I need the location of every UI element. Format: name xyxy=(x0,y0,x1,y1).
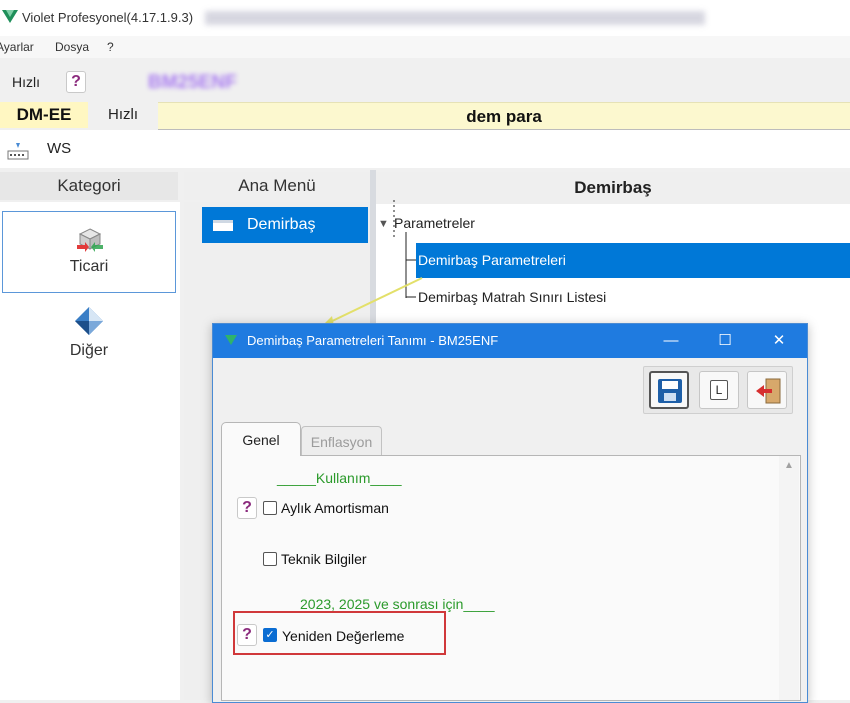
teknik-bilgiler-checkbox[interactable] xyxy=(263,552,277,566)
exit-door-icon xyxy=(756,378,781,404)
help-yeniden-button[interactable]: ? xyxy=(237,624,257,646)
save-icon xyxy=(658,379,682,403)
minimize-button[interactable]: — xyxy=(659,330,683,352)
dialog-logo-icon xyxy=(225,335,237,345)
app-title: Violet Profesyonel(4.17.1.9.3) xyxy=(22,10,194,25)
category-diger[interactable]: Diğer xyxy=(2,298,176,380)
menu-ayarlar[interactable]: Ayarlar xyxy=(0,40,34,54)
menu-dosya[interactable]: Dosya xyxy=(55,40,89,54)
ws-bar xyxy=(0,130,850,168)
tab-panel-genel xyxy=(221,455,801,701)
menu-item-demirbas[interactable]: Demirbaş xyxy=(202,207,368,243)
section-year: 2023, 2025 ve sonrası için____ xyxy=(300,596,495,612)
aylik-amortisman-label: Aylık Amortisman xyxy=(281,500,389,516)
folder-icon xyxy=(213,220,233,231)
workstation-icon xyxy=(7,143,29,160)
hizli-label[interactable]: Hızlı xyxy=(12,74,40,90)
section-title: Demirbaş xyxy=(376,172,850,204)
ana-menu-header: Ana Menü xyxy=(184,172,370,200)
violet-logo-icon xyxy=(2,10,18,23)
yeniden-degerleme-label: Yeniden Değerleme xyxy=(282,628,405,644)
kategori-header: Kategori xyxy=(0,172,178,200)
category-ticari-label: Ticari xyxy=(69,258,109,275)
tree-item-demirbas-parametreleri[interactable]: Demirbaş Parametreleri xyxy=(416,243,850,278)
tab-enflasyon[interactable]: Enflasyon xyxy=(301,426,382,456)
exit-button[interactable] xyxy=(747,371,787,409)
save-button[interactable] xyxy=(649,371,689,409)
ws-label[interactable]: WS xyxy=(47,140,71,157)
list-l-icon: L xyxy=(710,380,728,400)
teknik-bilgiler-label: Teknik Bilgiler xyxy=(281,551,367,567)
list-button[interactable]: L xyxy=(699,371,739,409)
scrollbar[interactable]: ▲ xyxy=(779,456,799,700)
tree-item-matrah-siniri[interactable]: Demirbaş Matrah Sınırı Listesi xyxy=(418,289,606,305)
tree-root-parametreler[interactable]: Parametreler xyxy=(394,215,475,231)
diamond-icon xyxy=(75,307,103,335)
help-button[interactable]: ? xyxy=(66,71,86,93)
blurred-title-details xyxy=(205,11,705,25)
section-kullanim: _____Kullanım____ xyxy=(277,470,402,486)
hizli-label-2[interactable]: Hızlı xyxy=(88,102,158,128)
collapse-arrow-icon[interactable]: ▼ xyxy=(378,218,389,230)
company-code[interactable]: DM-EE xyxy=(0,102,88,128)
dialog-title: Demirbaş Parametreleri Tanımı - BM25ENF xyxy=(247,333,499,348)
category-diger-label: Diğer xyxy=(69,342,109,359)
blurred-code: BM25ENF xyxy=(148,72,237,93)
cube-transfer-icon xyxy=(77,228,103,252)
category-ticari[interactable]: Ticari xyxy=(2,211,176,293)
yeniden-degerleme-checkbox[interactable]: ✓ xyxy=(263,628,277,642)
maximize-button[interactable]: ☐ xyxy=(713,330,737,352)
dialog-toolbar: L xyxy=(643,366,793,414)
tab-genel[interactable]: Genel xyxy=(221,422,301,456)
menu-item-demirbas-label: Demirbaş xyxy=(247,216,316,233)
close-button[interactable]: ✕ xyxy=(767,330,791,352)
aylik-amortisman-checkbox[interactable] xyxy=(263,501,277,515)
company-name: dem para xyxy=(158,102,850,130)
help-aylik-button[interactable]: ? xyxy=(237,497,257,519)
scroll-up-icon[interactable]: ▲ xyxy=(784,460,794,471)
toolbar xyxy=(0,58,850,102)
menu-help[interactable]: ? xyxy=(107,40,114,54)
parameters-dialog: Demirbaş Parametreleri Tanımı - BM25ENF … xyxy=(212,323,808,703)
menu-bar: Ayarlar Dosya ? xyxy=(0,36,850,58)
